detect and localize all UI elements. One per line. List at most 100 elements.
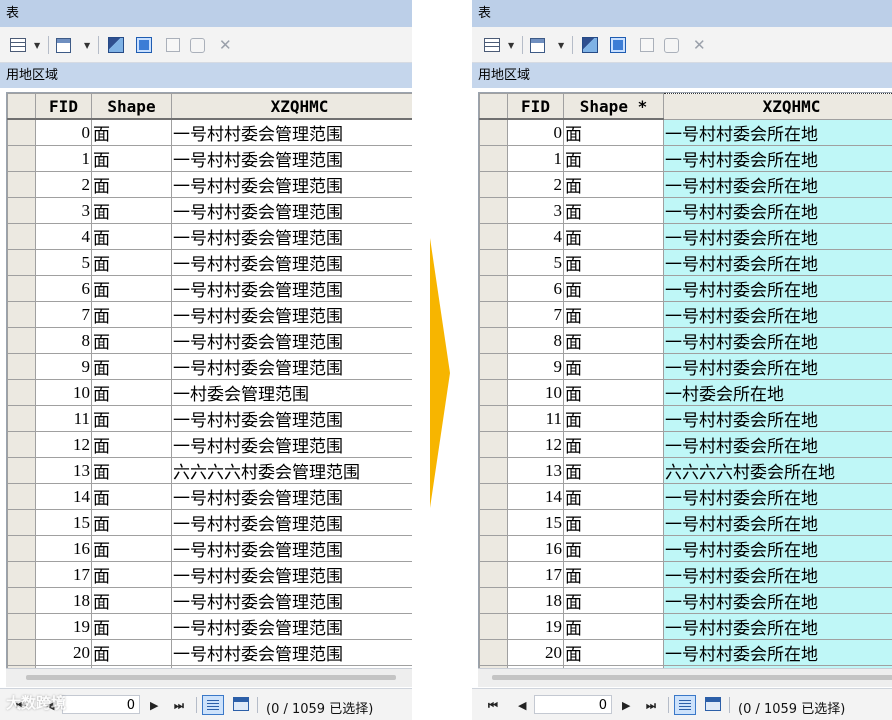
row-selector-header[interactable] [7,93,36,120]
table-row[interactable]: 13 面六六六六村委会管理范围 [7,457,412,484]
table-row[interactable]: 19 面一号村村委会管理范围 [7,613,412,640]
shape-cell[interactable]: 面 [91,587,172,614]
shape-cell[interactable]: 面 [91,561,172,588]
xzqhmc-cell[interactable]: 一号村村委会管理范围 [171,535,412,562]
table-row[interactable]: 10 面一村委会管理范围 [7,379,412,406]
table-row[interactable]: 2 面一号村村委会管理范围 [7,171,412,198]
table-row[interactable]: 14 面一号村村委会管理范围 [7,483,412,510]
shape-cell[interactable]: 面 [91,613,172,640]
row-selector[interactable] [479,197,508,224]
xzqhmc-cell[interactable]: 六六六六村委会管理范围 [171,457,412,484]
fid-cell[interactable]: 2 [35,171,92,198]
table-row[interactable]: 16 面一号村村委会所在地 [479,535,892,562]
fid-cell[interactable]: 9 [35,353,92,380]
shape-cell[interactable]: 面 [91,379,172,406]
table-row[interactable]: 7 面一号村村委会管理范围 [7,301,412,328]
table-options-icon[interactable] [484,37,500,53]
fid-cell[interactable]: 5 [35,249,92,276]
xzqhmc-cell[interactable]: 一号村村委会所在地 [663,327,892,354]
row-selector[interactable] [7,535,36,562]
table-row[interactable]: 9 面一号村村委会所在地 [479,353,892,380]
xzqhmc-cell[interactable]: 一号村村委会所在地 [663,587,892,614]
row-selector[interactable] [7,457,36,484]
column-header-fid[interactable]: FID [507,93,564,120]
scrollbar-thumb[interactable] [492,675,892,680]
row-selector[interactable] [479,249,508,276]
row-selector[interactable] [7,197,36,224]
fid-cell[interactable]: 10 [35,379,92,406]
row-selector[interactable] [7,405,36,432]
table-row[interactable]: 17 面一号村村委会管理范围 [7,561,412,588]
shape-cell[interactable]: 面 [91,639,172,666]
xzqhmc-cell[interactable]: 一号村村委会所在地 [663,249,892,276]
row-selector[interactable] [479,118,508,146]
row-selector[interactable] [479,561,508,588]
row-selector[interactable] [479,613,508,640]
dropdown-icon[interactable]: ▼ [508,37,514,53]
xzqhmc-cell[interactable]: 一号村村委会所在地 [663,535,892,562]
fid-cell[interactable]: 16 [35,535,92,562]
fid-cell[interactable]: 5 [507,249,564,276]
table-row[interactable]: 4 面一号村村委会管理范围 [7,223,412,250]
fid-cell[interactable]: 6 [35,275,92,302]
row-selector[interactable] [479,145,508,172]
fid-cell[interactable]: 20 [507,639,564,666]
shape-cell[interactable]: 面 [563,613,664,640]
column-header-shape[interactable]: Shape [91,93,172,120]
row-selector[interactable] [7,249,36,276]
zoom-to-selected-icon[interactable] [664,37,679,53]
fid-cell[interactable]: 14 [35,483,92,510]
shape-cell[interactable]: 面 [563,587,664,614]
fid-cell[interactable]: 3 [35,197,92,224]
fid-cell[interactable]: 16 [507,535,564,562]
row-selector[interactable] [479,457,508,484]
xzqhmc-cell[interactable]: 一号村村委会管理范围 [171,639,412,666]
fid-cell[interactable]: 20 [35,639,92,666]
fid-cell[interactable]: 3 [507,197,564,224]
fid-cell[interactable]: 1 [35,145,92,172]
shape-cell[interactable]: 面 [563,405,664,432]
table-row[interactable]: 3 面一号村村委会管理范围 [7,197,412,224]
fid-cell[interactable]: 9 [507,353,564,380]
xzqhmc-cell[interactable]: 一号村村委会管理范围 [171,327,412,354]
xzqhmc-cell[interactable]: 一号村村委会所在地 [663,483,892,510]
fid-cell[interactable]: 18 [507,587,564,614]
fid-cell[interactable]: 4 [507,223,564,250]
fid-cell[interactable]: 4 [35,223,92,250]
shape-cell[interactable]: 面 [91,483,172,510]
shape-cell[interactable]: 面 [91,327,172,354]
dropdown-icon[interactable]: ▼ [34,37,40,53]
fid-cell[interactable]: 15 [35,509,92,536]
table-row[interactable]: 18 面一号村村委会管理范围 [7,587,412,614]
fid-cell[interactable]: 12 [35,431,92,458]
xzqhmc-cell[interactable]: 一号村村委会所在地 [663,301,892,328]
shape-cell[interactable]: 面 [91,405,172,432]
row-selector[interactable] [479,171,508,198]
select-by-attributes-icon[interactable] [108,37,124,53]
shape-cell[interactable]: 面 [563,197,664,224]
xzqhmc-cell[interactable]: 一号村村委会管理范围 [171,509,412,536]
table-row[interactable]: 8 面一号村村委会管理范围 [7,327,412,354]
row-selector[interactable] [479,327,508,354]
shape-cell[interactable]: 面 [563,353,664,380]
dropdown-icon[interactable]: ▼ [84,37,90,53]
fid-cell[interactable]: 6 [507,275,564,302]
shape-cell[interactable]: 面 [563,379,664,406]
fid-cell[interactable]: 13 [507,457,564,484]
shape-cell[interactable]: 面 [563,639,664,666]
fid-cell[interactable]: 13 [35,457,92,484]
table-row[interactable]: 6 面一号村村委会所在地 [479,275,892,302]
show-selected-records-icon[interactable] [233,697,249,711]
row-selector[interactable] [479,379,508,406]
row-selector[interactable] [7,561,36,588]
row-selector[interactable] [7,145,36,172]
table-row[interactable]: 20 面一号村村委会所在地 [479,639,892,666]
column-header-shape[interactable]: Shape * [563,93,664,120]
fid-cell[interactable]: 8 [35,327,92,354]
shape-cell[interactable]: 面 [91,197,172,224]
layer-tab[interactable]: 用地区域 [0,63,412,88]
row-selector[interactable] [7,118,36,146]
xzqhmc-cell[interactable]: 一号村村委会所在地 [663,561,892,588]
shape-cell[interactable]: 面 [563,483,664,510]
fid-cell[interactable]: 7 [507,301,564,328]
